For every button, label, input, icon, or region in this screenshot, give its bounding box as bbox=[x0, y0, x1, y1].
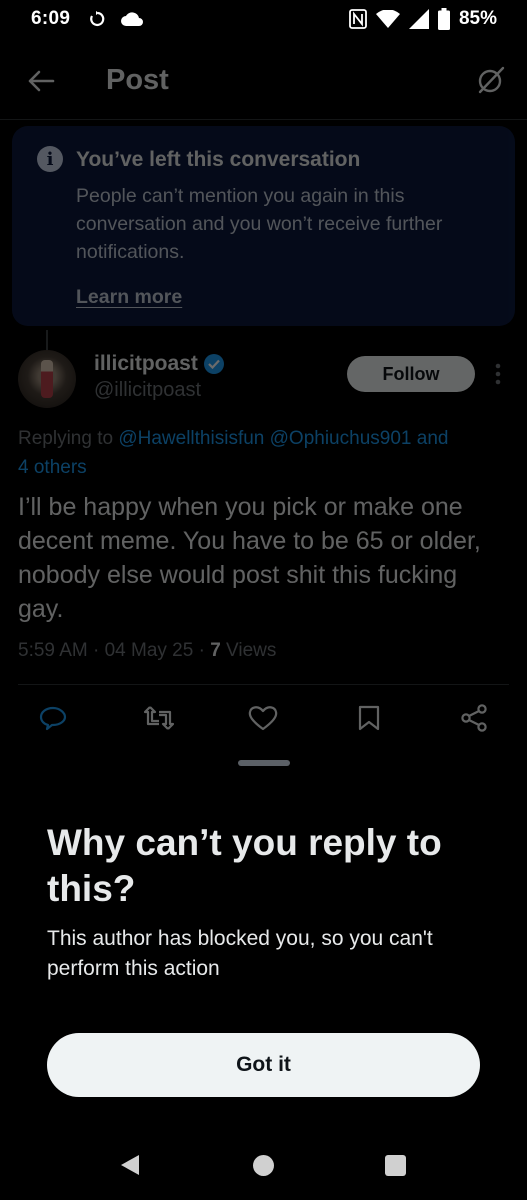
replying-and[interactable]: and bbox=[417, 428, 449, 449]
divider bbox=[18, 684, 509, 685]
notice-body: People can’t mention you again in this c… bbox=[76, 185, 443, 263]
battery-percent: 85% bbox=[458, 8, 497, 29]
follow-button[interactable]: Follow bbox=[347, 356, 475, 392]
mention-link[interactable]: @Hawellthisisfun bbox=[118, 428, 264, 449]
thread-line bbox=[46, 330, 48, 352]
replying-to: Replying to @Hawellthisisfun @Ophiuchus9… bbox=[18, 424, 527, 482]
sheet-body: This author has blocked you, so you can'… bbox=[47, 927, 433, 980]
sync-icon bbox=[90, 11, 105, 27]
views-label: Views bbox=[220, 640, 277, 661]
avatar[interactable] bbox=[18, 350, 76, 408]
more-options-icon[interactable] bbox=[488, 360, 508, 388]
author-name[interactable]: illicitpoast bbox=[94, 352, 224, 376]
post-meta: 5:59 AM · 04 May 25 · 7 Views bbox=[18, 640, 276, 662]
back-button[interactable] bbox=[26, 66, 56, 96]
nav-recents-icon[interactable] bbox=[385, 1155, 406, 1176]
cloud-icon bbox=[121, 12, 144, 26]
battery-icon bbox=[437, 8, 450, 30]
repost-button[interactable] bbox=[143, 702, 175, 734]
got-it-button[interactable]: Got it bbox=[47, 1033, 480, 1097]
left-conversation-notice: i You’ve left this conversation People c… bbox=[12, 126, 515, 326]
like-button[interactable] bbox=[247, 702, 279, 734]
wifi-icon bbox=[375, 10, 400, 28]
nfc-icon bbox=[349, 9, 367, 29]
status-time: 6:09 bbox=[31, 8, 71, 29]
nav-home-icon[interactable] bbox=[253, 1155, 274, 1176]
post-detail-background: Post i You’ve left this conversation Peo… bbox=[0, 38, 527, 754]
arrow-left-icon bbox=[28, 70, 55, 92]
post-timestamp: 5:59 AM · 04 May 25 · bbox=[18, 640, 211, 661]
signal-icon bbox=[408, 9, 429, 29]
screen: 6:09 85% Post i You’ve left this convers… bbox=[0, 0, 527, 1200]
bookmark-icon bbox=[358, 705, 380, 731]
author-handle: @illicitpoast bbox=[94, 379, 202, 401]
views-count: 7 bbox=[210, 640, 221, 661]
author-name-text: illicitpoast bbox=[94, 352, 198, 375]
grok-icon bbox=[478, 66, 505, 94]
verified-badge-icon bbox=[203, 354, 224, 374]
sheet-title: Why can’t you reply to this? bbox=[47, 822, 442, 909]
post-text: I’ll be happy when you pick or make one … bbox=[18, 493, 481, 623]
post-actions bbox=[0, 702, 527, 738]
reply-icon bbox=[39, 706, 67, 731]
nav-back-icon[interactable] bbox=[120, 1154, 140, 1176]
info-icon: i bbox=[37, 146, 63, 172]
reply-button[interactable] bbox=[37, 702, 69, 734]
mention-link[interactable]: @Ophiuchus901 bbox=[270, 428, 412, 449]
learn-more-link[interactable]: Learn more bbox=[76, 286, 182, 309]
bookmark-button[interactable] bbox=[353, 702, 385, 734]
sheet-drag-handle[interactable] bbox=[238, 760, 290, 766]
grok-button[interactable] bbox=[475, 64, 507, 96]
page-title: Post bbox=[106, 64, 169, 96]
notice-title: You’ve left this conversation bbox=[76, 148, 361, 171]
status-bar: 6:09 85% bbox=[0, 0, 527, 38]
share-icon bbox=[461, 704, 487, 732]
system-nav-bar bbox=[0, 1130, 527, 1200]
repost-icon bbox=[144, 706, 174, 730]
replying-prefix: Replying to bbox=[18, 428, 114, 449]
share-button[interactable] bbox=[458, 702, 490, 734]
others-link[interactable]: 4 others bbox=[18, 457, 87, 478]
heart-icon bbox=[248, 706, 278, 731]
top-app-bar: Post bbox=[0, 38, 527, 120]
